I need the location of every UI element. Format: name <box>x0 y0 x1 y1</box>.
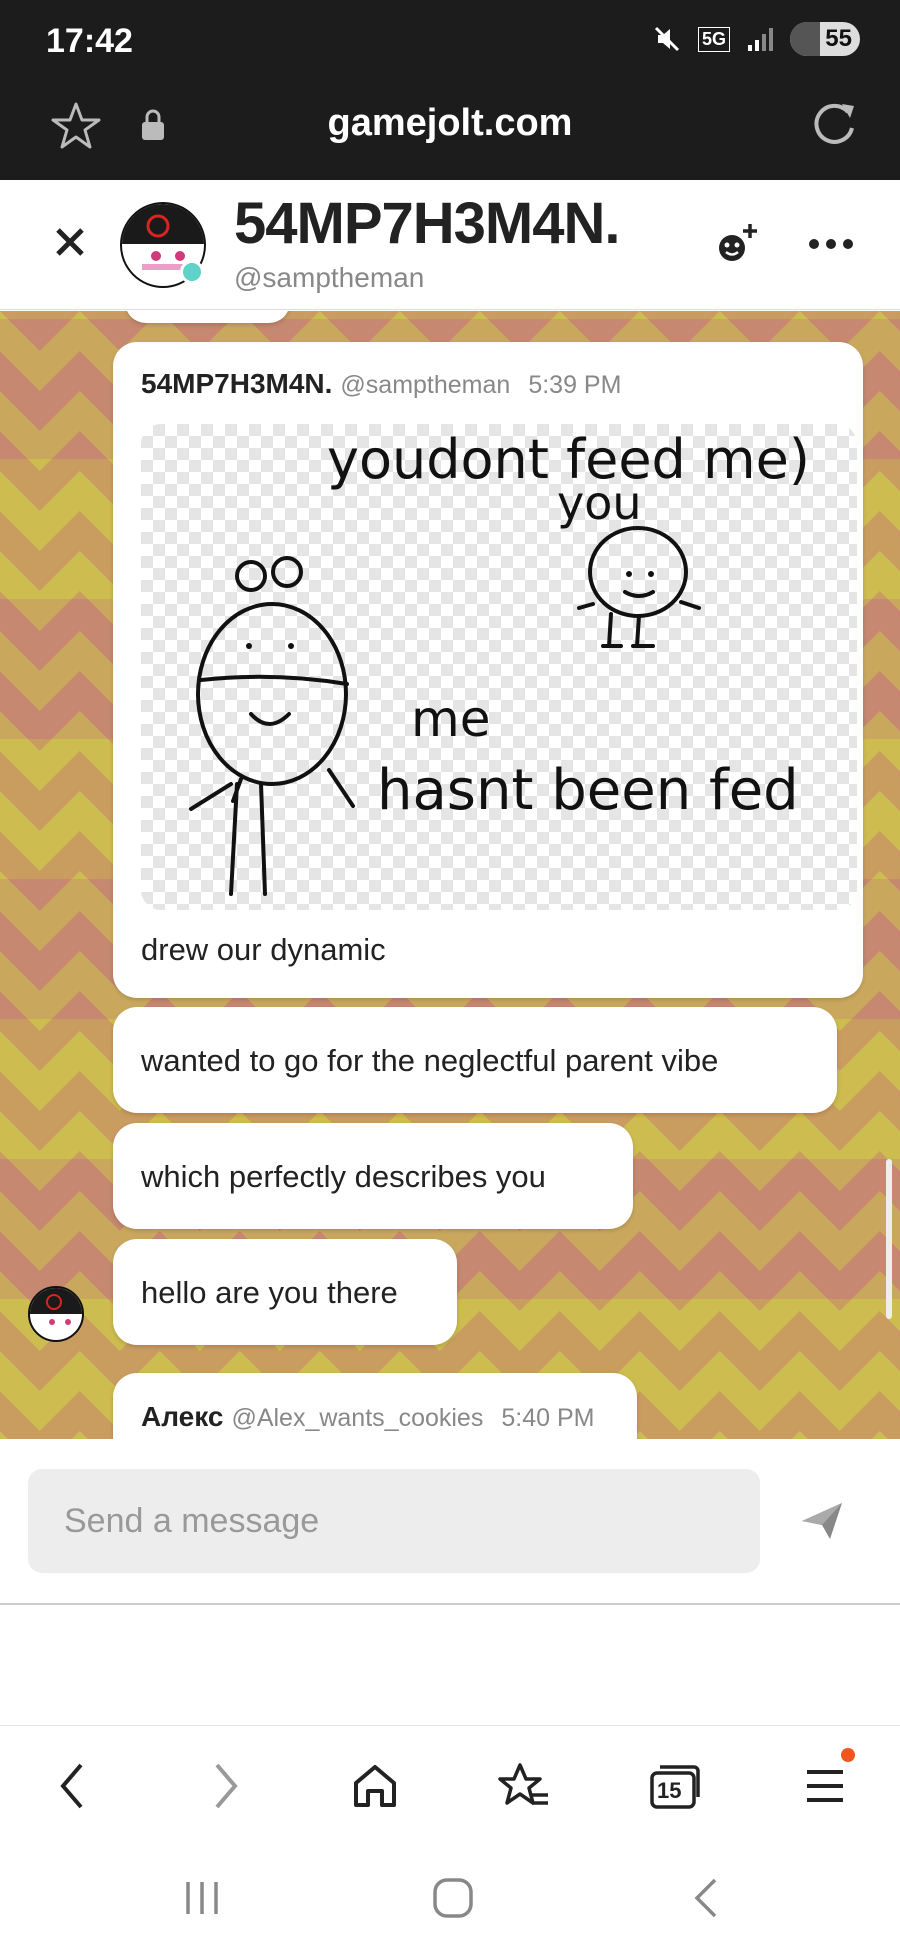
chevron-left-icon <box>60 1763 83 1809</box>
chat-header: 54MP7H3M4N. @samptheman <box>0 180 900 310</box>
forward-button[interactable] <box>196 1756 256 1816</box>
message-handle: @Alex_wants_cookies <box>231 1404 484 1432</box>
status-time: 17:42 <box>46 22 133 60</box>
url-text[interactable]: gamejolt.com <box>0 102 900 145</box>
mute-icon <box>654 26 680 52</box>
status-bar: 17:42 5G 55 <box>0 0 900 80</box>
home-square-icon <box>433 1878 473 1918</box>
recent-apps-icon <box>186 1882 218 1914</box>
message-card[interactable]: Алекс @Alex_wants_cookies 5:40 PM <box>113 1373 637 1439</box>
message-text: which perfectly describes you <box>141 1159 546 1194</box>
hamburger-menu-icon <box>807 1770 843 1802</box>
message-text: wanted to go for the neglectful parent v… <box>141 1043 719 1078</box>
sender-avatar[interactable] <box>28 1286 84 1342</box>
browser-bottom-nav: 15 <box>0 1725 900 1845</box>
chat-messages-area[interactable]: 54MP7H3M4N. @samptheman 5:39 PM youdont … <box>0 311 900 1439</box>
message-bubble[interactable]: wanted to go for the neglectful parent v… <box>113 1007 837 1113</box>
message-time: 5:40 PM <box>501 1404 595 1432</box>
home-icon <box>354 1765 396 1807</box>
close-icon[interactable] <box>50 222 90 262</box>
message-input[interactable] <box>28 1469 760 1573</box>
message-header: Алекс @Alex_wants_cookies 5:40 PM <box>141 1401 594 1433</box>
system-nav-bar <box>0 1845 900 1950</box>
signal-icon <box>748 28 773 51</box>
message-bubble-partial <box>125 311 290 323</box>
message-image[interactable]: youdont feed me) you me hasnt been fed <box>141 424 857 910</box>
message-text: drew our dynamic <box>141 932 386 967</box>
drawing-caption-you: you <box>557 476 642 530</box>
back-system-button[interactable] <box>676 1873 736 1923</box>
back-arrow-icon <box>694 1878 717 1918</box>
browser-url-bar: gamejolt.com <box>0 80 900 180</box>
message-header: 54MP7H3M4N. @samptheman 5:39 PM <box>141 368 621 400</box>
add-friend-icon[interactable] <box>712 220 760 268</box>
back-button[interactable] <box>42 1756 102 1816</box>
notification-dot <box>841 1748 855 1762</box>
chat-user-handle: @samptheman <box>234 262 425 293</box>
more-dots-icon[interactable] <box>806 226 856 262</box>
bookmarks-button[interactable] <box>494 1756 554 1816</box>
menu-button[interactable] <box>795 1748 855 1816</box>
message-composer <box>0 1439 900 1605</box>
chat-scrollbar[interactable] <box>886 1159 892 1319</box>
chevron-right-icon <box>215 1763 238 1809</box>
message-card[interactable]: 54MP7H3M4N. @samptheman 5:39 PM youdont … <box>113 342 863 998</box>
message-time: 5:39 PM <box>528 371 622 399</box>
bookmarks-star-icon <box>498 1763 548 1805</box>
home-button[interactable] <box>345 1756 405 1816</box>
message-bubble[interactable]: which perfectly describes you <box>113 1123 633 1229</box>
message-handle: @samptheman <box>340 371 511 399</box>
message-author[interactable]: 54MP7H3M4N. <box>141 368 332 399</box>
home-system-button[interactable] <box>423 1873 483 1923</box>
drawing-caption-me: me <box>411 690 491 748</box>
battery-indicator: 55 <box>790 22 860 56</box>
message-bubble[interactable]: hello are you there <box>113 1239 457 1345</box>
tabs-button[interactable]: 15 <box>645 1756 705 1816</box>
send-icon[interactable] <box>800 1501 844 1541</box>
message-text: hello are you there <box>141 1275 398 1310</box>
chat-user-name[interactable]: 54MP7H3M4N. <box>234 190 620 257</box>
recent-apps-button[interactable] <box>172 1873 232 1923</box>
status-icons: 5G 55 <box>652 22 860 56</box>
network-label: 5G <box>697 26 730 52</box>
message-author[interactable]: Алекс <box>141 1401 223 1432</box>
online-status-indicator <box>180 260 204 284</box>
tab-count: 15 <box>657 1778 682 1803</box>
reload-icon[interactable] <box>808 98 860 150</box>
drawing-caption-bottom: hasnt been fed <box>377 758 799 823</box>
